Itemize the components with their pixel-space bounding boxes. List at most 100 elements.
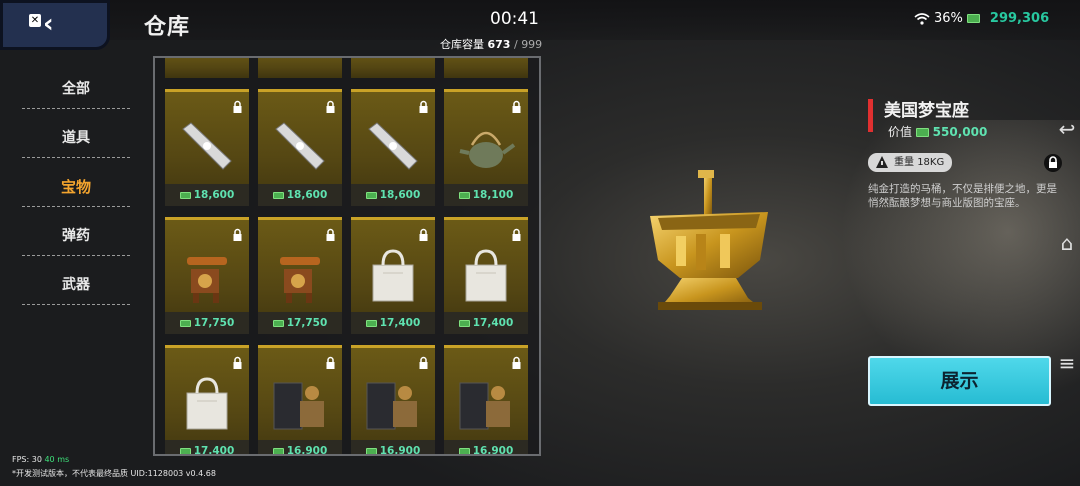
bar-item-icon bbox=[361, 112, 425, 182]
lock-icon bbox=[1049, 156, 1057, 168]
display-button[interactable]: 展示 bbox=[868, 356, 1051, 406]
item-price: 17,750 bbox=[165, 312, 249, 334]
weight-icon bbox=[876, 156, 888, 168]
item-price-value: 17,400 bbox=[379, 317, 421, 329]
item-price-value: 18,600 bbox=[286, 189, 328, 201]
item-price-value: 18,600 bbox=[379, 189, 421, 201]
version: v0.4.68 bbox=[185, 469, 216, 478]
item-card[interactable]: 18,600 bbox=[351, 89, 435, 206]
item-price-value: 17,750 bbox=[286, 317, 328, 329]
item-value: 550,000 bbox=[932, 125, 988, 139]
money-icon bbox=[966, 14, 980, 23]
weight-label: 重量 bbox=[894, 157, 914, 168]
money-icon bbox=[272, 191, 284, 199]
back-button[interactable]: ✕ ‹ bbox=[0, 0, 110, 50]
category-weapons[interactable]: 武器 bbox=[22, 266, 130, 315]
item-card[interactable]: 16,900 bbox=[444, 345, 528, 456]
item-price: 17,400 bbox=[165, 440, 249, 456]
item-price-value: 16,900 bbox=[286, 445, 328, 456]
build-info: *开发测试版本，不代表最终品质 UID:1128003 v0.4.68 bbox=[12, 468, 216, 479]
home-icon[interactable]: ⌂ bbox=[1054, 230, 1080, 256]
item-price: 16,900 bbox=[444, 440, 528, 456]
item-price-value: 16,900 bbox=[379, 445, 421, 456]
item-card-partial[interactable] bbox=[258, 58, 342, 78]
money-icon bbox=[179, 191, 191, 199]
item-price: 18,600 bbox=[165, 184, 249, 206]
item-price-value: 17,750 bbox=[193, 317, 235, 329]
money-balance: 299,306 bbox=[989, 11, 1050, 26]
item-price: 17,400 bbox=[351, 312, 435, 334]
golden-toilet-preview[interactable] bbox=[640, 168, 780, 318]
clock: 00:41 bbox=[490, 9, 539, 29]
close-icon[interactable]: ✕ bbox=[29, 14, 41, 27]
item-card[interactable]: 18,100 bbox=[444, 89, 528, 206]
value-label: 价值 bbox=[888, 125, 913, 139]
money-icon bbox=[365, 447, 377, 454]
item-card[interactable]: 18,600 bbox=[165, 89, 249, 206]
item-price: 18,600 bbox=[351, 184, 435, 206]
item-price: 16,900 bbox=[351, 440, 435, 456]
item-grid: 18,600 18,600 18,600 18,100 17,750 17,750 17,4… bbox=[165, 58, 528, 456]
item-card[interactable]: 16,900 bbox=[351, 345, 435, 456]
item-price-value: 16,900 bbox=[472, 445, 514, 456]
item-value-row: 价值 550,000 bbox=[888, 123, 987, 140]
item-price-value: 17,400 bbox=[472, 317, 514, 329]
capacity-used: 673 bbox=[487, 38, 511, 51]
category-ammo[interactable]: 弹药 bbox=[22, 217, 130, 266]
item-grid-panel[interactable]: 18,600 18,600 18,600 18,100 17,750 17,750 17,4… bbox=[153, 56, 541, 456]
item-card[interactable]: 17,750 bbox=[258, 217, 342, 334]
item-price-value: 18,600 bbox=[193, 189, 235, 201]
category-props[interactable]: 道具 bbox=[22, 119, 130, 168]
category-treasure[interactable]: 宝物 bbox=[22, 168, 130, 217]
capacity-max: 999 bbox=[521, 38, 543, 51]
item-card-partial[interactable] bbox=[165, 58, 249, 78]
money-icon bbox=[458, 191, 470, 199]
item-card[interactable]: 17,400 bbox=[444, 217, 528, 334]
capacity-label: 仓库容量 bbox=[440, 38, 484, 51]
build-note: *开发测试版本，不代表最终品质 bbox=[12, 469, 128, 478]
telephone-icon bbox=[175, 240, 239, 310]
wifi-icon bbox=[914, 12, 930, 25]
battery-percent: 36% bbox=[934, 11, 963, 26]
item-card[interactable]: 17,750 bbox=[165, 217, 249, 334]
weight-badge: 重量 18KG bbox=[868, 153, 952, 172]
money-icon bbox=[458, 319, 470, 327]
fps-value: FPS: 30 bbox=[12, 455, 42, 464]
menu-icon[interactable]: ≡ bbox=[1054, 350, 1080, 376]
money-icon bbox=[365, 191, 377, 199]
item-card[interactable]: 18,600 bbox=[258, 89, 342, 206]
bag-icon bbox=[454, 240, 518, 310]
ping-value: 40 ms bbox=[44, 455, 70, 464]
category-all[interactable]: 全部 bbox=[22, 70, 130, 119]
status-bar: 36% 299,306 bbox=[914, 11, 1049, 26]
box-icon bbox=[268, 368, 332, 438]
item-price: 17,750 bbox=[258, 312, 342, 334]
item-price-value: 17,400 bbox=[193, 445, 235, 456]
teapot-icon bbox=[454, 112, 518, 182]
item-card[interactable]: 16,900 bbox=[258, 345, 342, 456]
chevron-left-icon: ‹ bbox=[43, 9, 54, 39]
category-sidebar: 全部 道具 宝物 弹药 武器 bbox=[22, 70, 130, 315]
capacity-separator: / bbox=[513, 38, 518, 51]
uid: UID:1128003 bbox=[130, 469, 184, 478]
item-card-partial[interactable] bbox=[351, 58, 435, 78]
rarity-bar bbox=[868, 99, 873, 132]
bar-item-icon bbox=[175, 112, 239, 182]
bar-item-icon bbox=[268, 112, 332, 182]
item-price: 16,900 bbox=[258, 440, 342, 456]
money-icon bbox=[915, 128, 929, 137]
item-card[interactable]: 17,400 bbox=[165, 345, 249, 456]
return-icon[interactable]: ↩ bbox=[1054, 116, 1080, 142]
money-icon bbox=[272, 319, 284, 327]
item-card-partial[interactable] bbox=[444, 58, 528, 78]
box-icon bbox=[454, 368, 518, 438]
page-title: 仓库 bbox=[144, 15, 191, 40]
money-icon bbox=[179, 319, 191, 327]
lock-toggle[interactable] bbox=[1044, 154, 1062, 172]
item-price: 18,100 bbox=[444, 184, 528, 206]
item-card[interactable]: 17,400 bbox=[351, 217, 435, 334]
item-price: 18,600 bbox=[258, 184, 342, 206]
telephone-icon bbox=[268, 240, 332, 310]
fps-readout: FPS: 30 40 ms bbox=[12, 455, 69, 464]
item-description: 纯金打造的马桶，不仅是排便之地，更是悄然酝酿梦想与商业版图的宝座。 bbox=[868, 183, 1057, 209]
